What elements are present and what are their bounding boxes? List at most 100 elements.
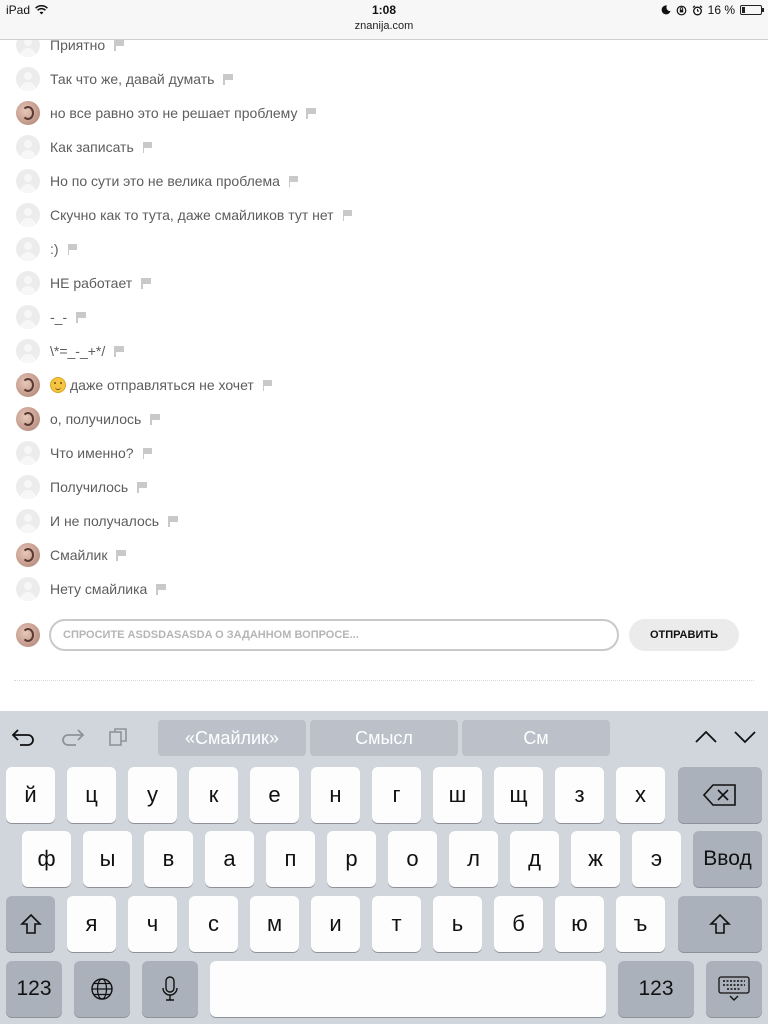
key-м[interactable]: м	[250, 896, 299, 952]
report-flag-icon[interactable]	[116, 549, 126, 561]
report-flag-icon[interactable]	[114, 345, 124, 357]
key-р[interactable]: р	[327, 831, 376, 887]
key-ь[interactable]: ь	[433, 896, 482, 952]
key-з[interactable]: з	[555, 767, 604, 823]
key-г[interactable]: г	[372, 767, 421, 823]
message-text: Так что же, давай думать	[50, 71, 214, 87]
message-body: Нету смайлика	[50, 581, 148, 597]
default-avatar[interactable]	[16, 237, 40, 261]
key-ш[interactable]: ш	[433, 767, 482, 823]
key-я[interactable]: я	[67, 896, 116, 952]
key-ф[interactable]: ф	[22, 831, 71, 887]
microphone-key[interactable]	[142, 961, 198, 1017]
key-о[interactable]: о	[388, 831, 437, 887]
report-flag-icon[interactable]	[150, 413, 160, 425]
default-avatar[interactable]	[16, 271, 40, 295]
key-ъ[interactable]: ъ	[616, 896, 665, 952]
default-avatar[interactable]	[16, 67, 40, 91]
report-flag-icon[interactable]	[114, 39, 124, 51]
message-text: Как записать	[50, 139, 134, 155]
report-flag-icon[interactable]	[342, 209, 353, 221]
default-avatar[interactable]	[16, 203, 40, 227]
page-url[interactable]: znanija.com	[0, 20, 768, 32]
space-key[interactable]	[210, 961, 606, 1017]
suggestion-1[interactable]: «Смайлик»	[158, 720, 306, 756]
key-ы[interactable]: ы	[83, 831, 132, 887]
key-щ[interactable]: щ	[494, 767, 543, 823]
globe-key[interactable]	[74, 961, 130, 1017]
default-avatar[interactable]	[16, 135, 40, 159]
redo-icon[interactable]	[58, 725, 86, 749]
undo-icon[interactable]	[10, 725, 38, 749]
message-text: Что именно?	[50, 445, 134, 461]
report-flag-icon[interactable]	[156, 583, 166, 595]
user-avatar[interactable]	[16, 373, 40, 397]
key-н[interactable]: н	[311, 767, 360, 823]
alarm-icon	[692, 4, 703, 15]
key-к[interactable]: к	[189, 767, 238, 823]
report-flag-icon[interactable]	[76, 311, 86, 323]
message-text: И не получалось	[50, 513, 159, 529]
message-text: Получилось	[50, 479, 128, 495]
key-ж[interactable]: ж	[571, 831, 620, 887]
shift-key-left[interactable]	[6, 896, 55, 952]
key-в[interactable]: в	[144, 831, 193, 887]
key-д[interactable]: д	[510, 831, 559, 887]
ask-input[interactable]	[49, 619, 619, 651]
user-avatar[interactable]	[16, 101, 40, 125]
chevron-down-icon[interactable]	[731, 725, 759, 749]
report-flag-icon[interactable]	[142, 141, 153, 153]
numbers-key-right[interactable]: 123	[618, 961, 694, 1017]
user-avatar[interactable]	[16, 407, 40, 431]
report-flag-icon[interactable]	[142, 447, 153, 459]
message-body: Так что же, давай думать	[50, 71, 215, 87]
key-э[interactable]: э	[632, 831, 681, 887]
shift-icon	[19, 913, 42, 934]
backspace-key[interactable]	[678, 767, 762, 823]
report-flag-icon[interactable]	[141, 277, 151, 289]
report-flag-icon[interactable]	[223, 73, 233, 85]
report-flag-icon[interactable]	[288, 175, 299, 187]
message-text: но все равно это не решает проблему	[50, 105, 297, 121]
default-avatar[interactable]	[16, 475, 40, 499]
key-е[interactable]: е	[250, 767, 299, 823]
key-а[interactable]: а	[205, 831, 254, 887]
default-avatar[interactable]	[16, 509, 40, 533]
keyboard-toolbar: «Смайлик» Смысл См	[0, 711, 768, 759]
default-avatar[interactable]	[16, 577, 40, 601]
report-flag-icon[interactable]	[168, 515, 178, 527]
default-avatar[interactable]	[16, 305, 40, 329]
key-ч[interactable]: ч	[128, 896, 177, 952]
user-avatar[interactable]	[16, 543, 40, 567]
shift-key-right[interactable]	[678, 896, 762, 952]
key-ц[interactable]: ц	[67, 767, 116, 823]
key-б[interactable]: б	[494, 896, 543, 952]
status-bar: iPad 1:08 znanija.com 16 %	[0, 0, 768, 40]
chevron-up-icon[interactable]	[692, 725, 720, 749]
report-flag-icon[interactable]	[67, 243, 78, 255]
suggestion-2[interactable]: Смысл	[310, 720, 458, 756]
key-и[interactable]: и	[311, 896, 360, 952]
key-х[interactable]: х	[616, 767, 665, 823]
send-button[interactable]: ОТПРАВИТЬ	[629, 619, 739, 651]
chat-message: Но по сути это не велика проблема	[16, 169, 299, 193]
key-у[interactable]: у	[128, 767, 177, 823]
report-flag-icon[interactable]	[262, 379, 273, 391]
message-body: Смайлик	[50, 547, 108, 563]
key-п[interactable]: п	[266, 831, 315, 887]
suggestion-3[interactable]: См	[462, 720, 610, 756]
default-avatar[interactable]	[16, 441, 40, 465]
numbers-key-left[interactable]: 123	[6, 961, 62, 1017]
return-key[interactable]: Ввод	[693, 831, 762, 887]
default-avatar[interactable]	[16, 339, 40, 363]
key-т[interactable]: т	[372, 896, 421, 952]
key-й[interactable]: й	[6, 767, 55, 823]
default-avatar[interactable]	[16, 169, 40, 193]
hide-keyboard-key[interactable]	[706, 961, 762, 1017]
key-ю[interactable]: ю	[555, 896, 604, 952]
key-с[interactable]: с	[189, 896, 238, 952]
paste-icon[interactable]	[104, 725, 132, 749]
report-flag-icon[interactable]	[137, 481, 147, 493]
key-л[interactable]: л	[449, 831, 498, 887]
report-flag-icon[interactable]	[306, 107, 316, 119]
